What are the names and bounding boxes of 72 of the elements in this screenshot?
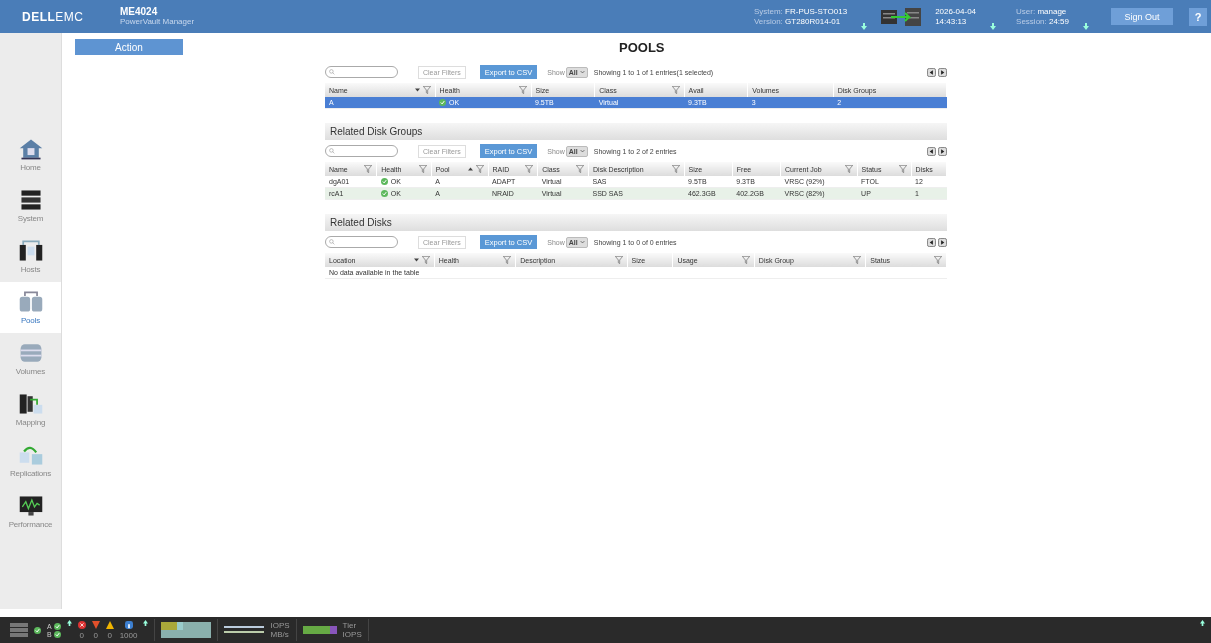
section-title: Related Disk Groups: [325, 123, 947, 140]
user-text: User: manage: [1016, 6, 1068, 17]
caret-icon: [579, 149, 585, 153]
section-title: Related Disks: [325, 214, 947, 231]
error-count: 0: [79, 630, 84, 640]
product-subtitle: PowerVault Manager: [120, 16, 195, 27]
caret-icon: [579, 70, 585, 74]
filter-icon[interactable]: [614, 256, 623, 264]
filter-icon[interactable]: [503, 256, 512, 264]
critical-count: 0: [93, 630, 98, 640]
filter-icon[interactable]: [576, 165, 584, 173]
sort-ascending-icon[interactable]: [467, 167, 473, 171]
filter-icon[interactable]: [844, 165, 853, 173]
critical-icon[interactable]: [91, 620, 100, 629]
warning-icon[interactable]: [105, 620, 114, 629]
up-arrow-icon[interactable]: [143, 620, 149, 626]
filter-icon[interactable]: [364, 165, 373, 173]
tier-iops-label: IOPS: [342, 630, 362, 639]
check-icon: [439, 99, 447, 106]
info-icon[interactable]: [124, 620, 133, 629]
iops-label: IOPS: [270, 621, 290, 630]
check-icon: [380, 190, 388, 197]
caret-icon: [579, 240, 585, 244]
check-icon: [380, 178, 388, 185]
next-page-icon[interactable]: [938, 146, 947, 156]
filter-icon[interactable]: [518, 86, 527, 94]
check-icon: [34, 626, 41, 634]
search-icon: [329, 239, 335, 245]
performance-lines-graph[interactable]: [224, 625, 265, 635]
warning-count: 0: [107, 630, 112, 640]
enclosure-icon[interactable]: [881, 7, 922, 26]
nav-item[interactable]: Pools: [0, 282, 61, 333]
error-icon[interactable]: [77, 620, 86, 629]
system-version: Version: GT280R014-01: [753, 16, 842, 27]
previous-page-icon[interactable]: [927, 237, 936, 247]
up-arrow-icon[interactable]: [66, 620, 72, 626]
search-icon: [329, 148, 335, 154]
disk-stack-icon: [17, 290, 44, 314]
download-icon[interactable]: [1083, 23, 1089, 30]
mapping-icon: [17, 392, 44, 416]
previous-page-icon[interactable]: [927, 67, 936, 77]
tier-label: Tier: [342, 621, 358, 630]
download-icon[interactable]: [990, 23, 997, 30]
product-name: ME4024: [120, 6, 159, 17]
info-count: 1000: [119, 630, 138, 640]
server-icon[interactable]: [10, 623, 28, 637]
filter-icon[interactable]: [741, 256, 750, 264]
filter-icon[interactable]: [671, 86, 680, 94]
time-text: 14:43:13: [935, 16, 968, 27]
filter-icon[interactable]: [934, 256, 942, 264]
system-name: System: FR-PUS-STO013: [753, 6, 848, 17]
date-text: 2026-04-04: [935, 6, 977, 17]
logo: DELLEMC: [22, 9, 85, 24]
session-text: Session: 24:59: [1016, 16, 1069, 27]
filter-icon[interactable]: [525, 165, 534, 173]
download-icon[interactable]: [861, 23, 868, 30]
sort-descending-icon[interactable]: [413, 258, 419, 262]
page-title: POOLS: [619, 39, 665, 55]
previous-page-icon[interactable]: [927, 146, 936, 156]
hosts-icon: [17, 239, 44, 263]
monitor-icon: [17, 494, 44, 518]
tier-bar-graph[interactable]: [302, 626, 337, 634]
next-page-icon[interactable]: [938, 237, 947, 247]
mbs-label: MB/s: [270, 630, 290, 639]
filter-icon[interactable]: [898, 165, 907, 173]
filter-icon[interactable]: [418, 165, 427, 173]
up-arrow-icon[interactable]: [1200, 620, 1205, 626]
sort-descending-icon[interactable]: [414, 88, 420, 92]
next-page-icon[interactable]: [938, 67, 947, 77]
filter-icon[interactable]: [853, 256, 862, 264]
search-icon: [329, 69, 335, 75]
filter-icon[interactable]: [671, 165, 680, 173]
